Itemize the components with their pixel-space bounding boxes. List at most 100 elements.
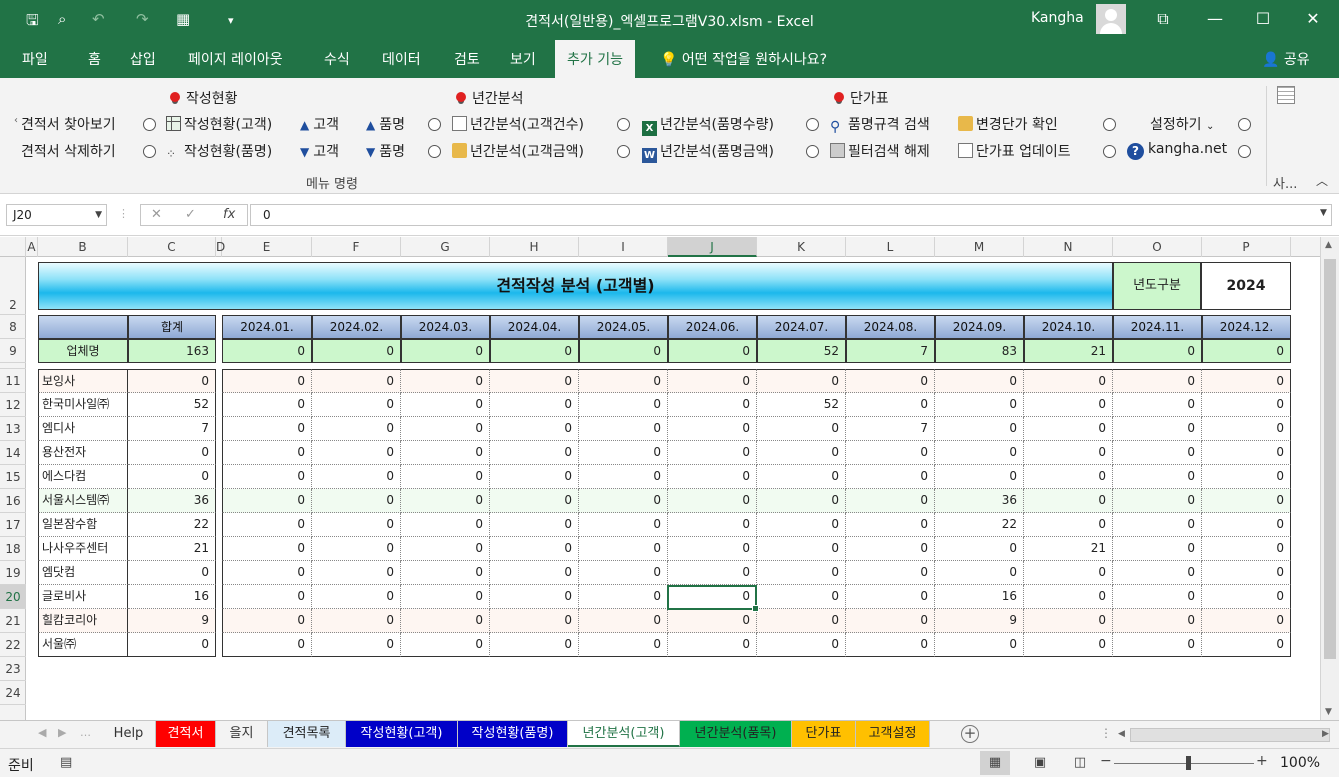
customer-month-value[interactable]: 0 — [401, 417, 490, 441]
user-name[interactable]: Kangha — [1031, 10, 1084, 26]
customer-name[interactable]: 에스다컴 — [38, 465, 128, 489]
customer-month-value[interactable]: 0 — [846, 585, 935, 609]
customer-month-value[interactable]: 0 — [401, 441, 490, 465]
customer-month-value[interactable]: 0 — [579, 393, 668, 417]
customer-month-value[interactable]: 0 — [757, 513, 846, 537]
month-total-5[interactable]: 0 — [579, 339, 668, 363]
cancel-icon[interactable]: ✕ — [151, 205, 162, 225]
zoom-slider[interactable] — [1114, 763, 1254, 764]
insert-function-icon[interactable]: fx — [223, 205, 235, 225]
customer-month-value[interactable]: 22 — [935, 513, 1024, 537]
radio-find[interactable] — [143, 118, 156, 131]
price-update-button[interactable]: 단가표 업데이트 — [958, 141, 1071, 161]
customer-month-value[interactable]: 0 — [668, 489, 757, 513]
customer-month-value[interactable]: 0 — [757, 417, 846, 441]
page-break-view-icon[interactable]: ◫ — [1070, 751, 1090, 775]
customer-month-value[interactable]: 0 — [312, 417, 401, 441]
column-header-f[interactable]: F — [312, 237, 401, 257]
customer-month-value[interactable]: 0 — [222, 417, 312, 441]
customer-month-value[interactable]: 0 — [757, 369, 846, 393]
name-box[interactable]: J20 ▼ — [6, 204, 107, 226]
row-header-18[interactable]: 18 — [0, 537, 26, 561]
column-header-p[interactable]: P — [1202, 237, 1291, 257]
radio-status-1[interactable] — [428, 118, 441, 131]
scroll-right-icon[interactable]: ▶ — [1322, 729, 1329, 739]
customer-month-value[interactable]: 0 — [668, 369, 757, 393]
customer-month-value[interactable]: 0 — [757, 561, 846, 585]
customer-month-value[interactable]: 0 — [579, 513, 668, 537]
column-header-g[interactable]: G — [401, 237, 490, 257]
page-layout-view-icon[interactable]: ▣ — [1030, 751, 1050, 775]
customer-month-value[interactable]: 0 — [757, 585, 846, 609]
normal-view-icon[interactable]: ▦ — [980, 751, 1010, 775]
close-icon[interactable]: ✕ — [1298, 6, 1328, 32]
tab-view[interactable]: 보기 — [498, 40, 548, 78]
row-header-15[interactable]: 15 — [0, 465, 26, 489]
customer-month-value[interactable]: 0 — [1202, 609, 1291, 633]
customer-month-value[interactable]: 0 — [222, 489, 312, 513]
grid-icon[interactable] — [1277, 86, 1295, 104]
customer-month-value[interactable]: 0 — [579, 489, 668, 513]
row-header-21[interactable]: 21 — [0, 609, 26, 633]
customer-month-value[interactable]: 0 — [1024, 417, 1113, 441]
customer-name[interactable]: 용산전자 — [38, 441, 128, 465]
customer-total[interactable]: 0 — [128, 465, 216, 489]
annual-cust-amount-button[interactable]: 년간분석(고객금액) — [452, 141, 584, 161]
row-header-8[interactable]: 8 — [0, 315, 26, 339]
customer-month-value[interactable]: 0 — [935, 393, 1024, 417]
customer-month-value[interactable]: 0 — [490, 393, 579, 417]
header-month-9[interactable]: 2024.09. — [935, 315, 1024, 339]
zoom-slider-thumb[interactable] — [1186, 756, 1191, 770]
customer-month-value[interactable]: 0 — [312, 513, 401, 537]
column-header-a[interactable]: A — [26, 237, 38, 257]
row-header-12[interactable]: 12 — [0, 393, 26, 417]
sheet-tab[interactable]: 견적목록 — [268, 721, 346, 747]
tab-home[interactable]: 홈 — [76, 40, 113, 78]
customer-month-value[interactable]: 0 — [401, 585, 490, 609]
customer-month-value[interactable]: 0 — [579, 369, 668, 393]
sheet-tab[interactable]: 년간분석(품목) — [680, 721, 792, 747]
month-total-2[interactable]: 0 — [312, 339, 401, 363]
customer-month-value[interactable]: 0 — [1202, 417, 1291, 441]
expand-formula-icon[interactable]: ▼ — [1320, 208, 1327, 218]
customer-month-value[interactable]: 0 — [935, 465, 1024, 489]
collapse-ribbon-icon[interactable]: ︿ — [1316, 172, 1328, 189]
radio-price-2[interactable] — [1103, 145, 1116, 158]
customer-month-value[interactable]: 0 — [1113, 585, 1202, 609]
ribbon-display-icon[interactable]: ⧉ — [1148, 6, 1178, 32]
next-sheet-icon[interactable]: ▶ — [58, 726, 66, 739]
customer-month-value[interactable]: 0 — [222, 393, 312, 417]
radio-delete[interactable] — [143, 145, 156, 158]
tab-insert[interactable]: 삽입 — [118, 40, 168, 78]
customer-month-value[interactable]: 0 — [1024, 633, 1113, 657]
customer-month-value[interactable]: 0 — [1202, 441, 1291, 465]
header-month-11[interactable]: 2024.11. — [1113, 315, 1202, 339]
customer-month-value[interactable]: 0 — [401, 393, 490, 417]
customer-month-value[interactable]: 0 — [1202, 489, 1291, 513]
customer-month-value[interactable]: 0 — [1113, 537, 1202, 561]
row-header-19[interactable]: 19 — [0, 561, 26, 585]
header-month-5[interactable]: 2024.05. — [579, 315, 668, 339]
column-header-b[interactable]: B — [38, 237, 128, 257]
column-header-h[interactable]: H — [490, 237, 579, 257]
month-total-7[interactable]: 52 — [757, 339, 846, 363]
month-total-4[interactable]: 0 — [490, 339, 579, 363]
month-total-10[interactable]: 21 — [1024, 339, 1113, 363]
tab-add-ins[interactable]: 추가 기능 — [555, 40, 635, 78]
customer-month-value[interactable]: 0 — [1113, 513, 1202, 537]
delete-quote-button[interactable]: 견적서 삭제하기 — [21, 141, 116, 161]
header-month-3[interactable]: 2024.03. — [401, 315, 490, 339]
macro-record-icon[interactable]: ▤ — [60, 755, 72, 770]
tell-me-search[interactable]: 💡 어떤 작업을 원하시나요? — [660, 40, 827, 78]
formula-input[interactable]: 0 — [250, 204, 1332, 226]
customer-month-value[interactable]: 0 — [668, 465, 757, 489]
customer-month-value[interactable]: 0 — [222, 369, 312, 393]
customer-month-value[interactable]: 0 — [1024, 441, 1113, 465]
customer-month-value[interactable]: 0 — [846, 465, 935, 489]
find-quote-button[interactable]: 견적서 찾아보기 — [21, 114, 116, 134]
customer-month-value[interactable]: 0 — [668, 609, 757, 633]
customer-name[interactable]: 글로비사 — [38, 585, 128, 609]
customer-month-value[interactable]: 0 — [846, 441, 935, 465]
customer-month-value[interactable]: 0 — [1202, 561, 1291, 585]
customer-month-value[interactable]: 0 — [668, 633, 757, 657]
